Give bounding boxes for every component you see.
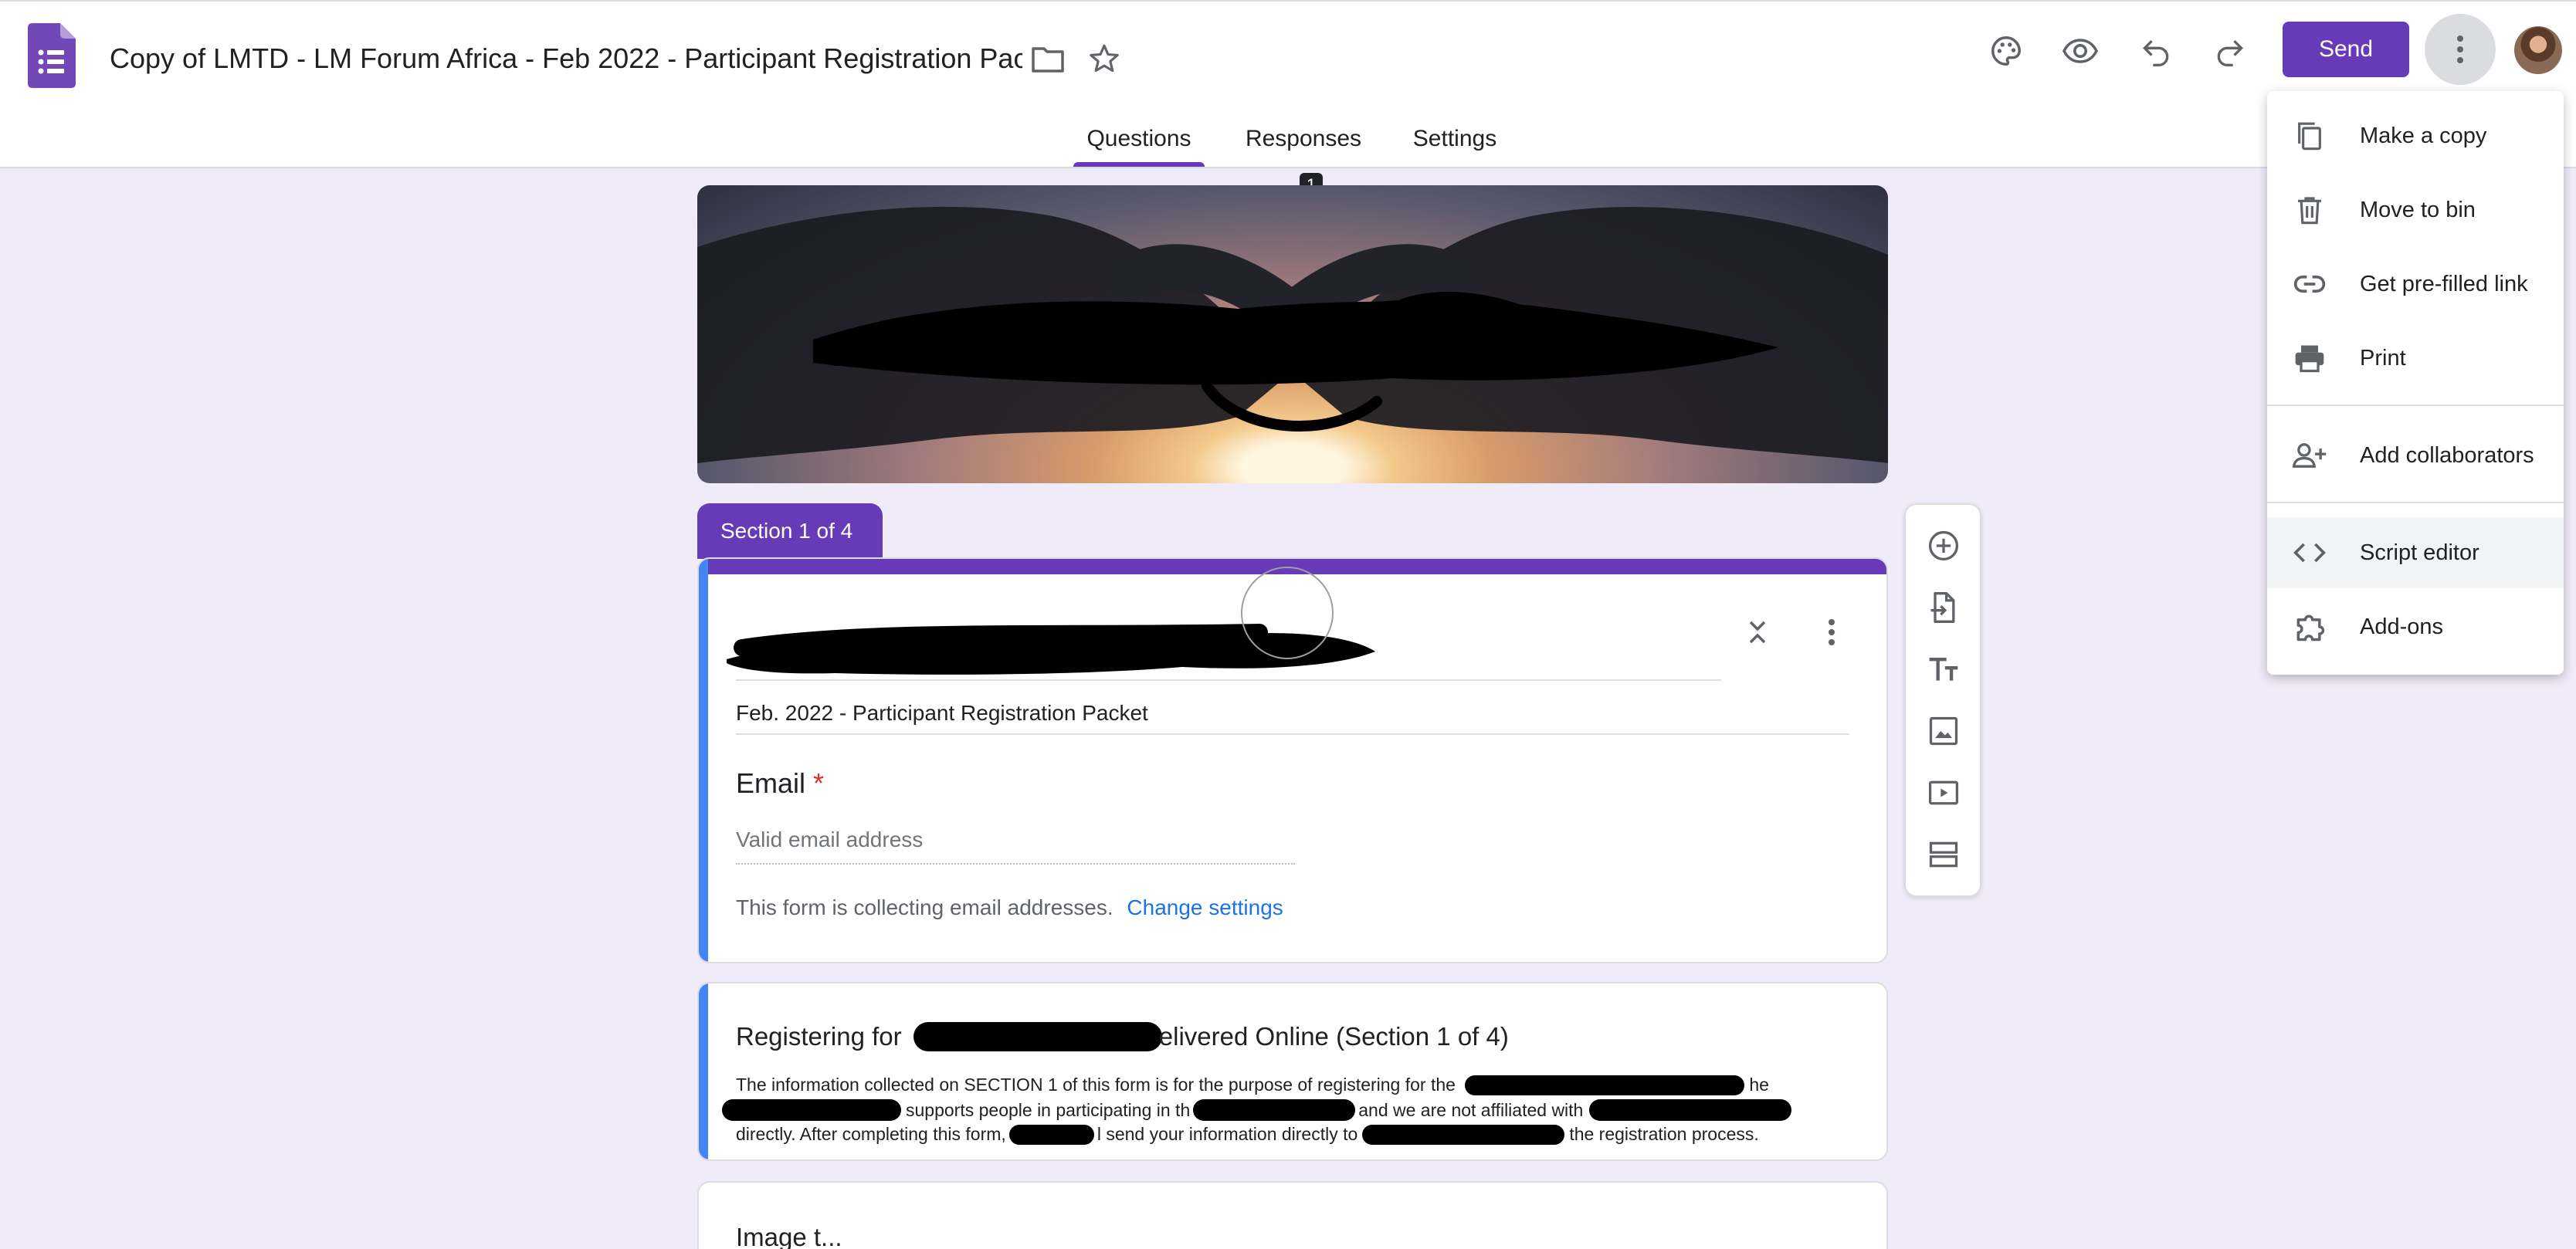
copy-icon bbox=[2290, 117, 2329, 155]
user-avatar[interactable] bbox=[2514, 26, 2562, 74]
menu-item-label: Add collaborators bbox=[2360, 442, 2534, 468]
redacted-text bbox=[1008, 1125, 1094, 1145]
menu-item-label: Print bbox=[2360, 345, 2406, 371]
undo-icon[interactable] bbox=[2134, 29, 2178, 73]
form-tabs: Questions Responses1 Settings bbox=[0, 116, 2576, 199]
redo-icon[interactable] bbox=[2208, 29, 2252, 73]
line1-text: The information collected on SECTION 1 o… bbox=[736, 1075, 1456, 1095]
header-banner-image bbox=[697, 185, 1888, 483]
section-description-card[interactable]: Registering for elivered Online (Section… bbox=[697, 982, 1888, 1161]
redacted-text bbox=[722, 1099, 901, 1121]
menu-item-label: Move to bin bbox=[2360, 197, 2476, 222]
next-question-title: Image t... bbox=[736, 1223, 842, 1249]
menu-item-label: Get pre-filled link bbox=[2360, 271, 2528, 296]
section-card-title: Registering for elivered Online (Section… bbox=[736, 1022, 1509, 1051]
add-question-icon[interactable] bbox=[1920, 522, 1968, 570]
preview-eye-icon[interactable] bbox=[2059, 29, 2102, 73]
menu-item-script-editor[interactable]: Script editor bbox=[2267, 517, 2564, 588]
line1-end: he bbox=[1749, 1075, 1769, 1095]
title-underline bbox=[736, 679, 1721, 681]
more-options-menu: Make a copy Move to bin Get pre-filled l… bbox=[2267, 91, 2564, 675]
line3-mid: l send your information directly to bbox=[1096, 1124, 1358, 1144]
add-video-icon[interactable] bbox=[1920, 769, 1968, 817]
required-asterisk: * bbox=[813, 767, 825, 799]
menu-item-add-ons[interactable]: Add-ons bbox=[2267, 591, 2564, 662]
redacted-event-name bbox=[913, 1022, 1162, 1051]
section-more-icon[interactable] bbox=[1812, 613, 1851, 652]
cursor-highlight-circle bbox=[1241, 567, 1334, 659]
more-vert-icon bbox=[2457, 36, 2463, 63]
form-description[interactable]: Feb. 2022 - Participant Registration Pac… bbox=[736, 701, 1148, 726]
email-notice-text: This form is collecting email addresses. bbox=[736, 895, 1113, 919]
redacted-text bbox=[1465, 1075, 1745, 1095]
section-title-end: elivered Online (Section 1 of 4) bbox=[1158, 1022, 1509, 1051]
tab-responses[interactable]: Responses1 bbox=[1226, 116, 1381, 199]
menu-item-add-collaborators[interactable]: Add collaborators bbox=[2267, 420, 2564, 491]
tab-questions-label: Questions bbox=[1086, 126, 1191, 151]
print-icon bbox=[2290, 339, 2329, 377]
top-bar: Copy of LMTD - LM Forum Africa - Feb 202… bbox=[0, 0, 2576, 199]
star-icon[interactable] bbox=[1084, 39, 1124, 79]
tab-settings-label: Settings bbox=[1412, 126, 1497, 151]
google-forms-logo[interactable] bbox=[28, 23, 76, 88]
question-toolbar bbox=[1904, 503, 1981, 897]
section-body-line-1: The information collected on SECTION 1 o… bbox=[736, 1075, 1769, 1095]
section-title-start: Registering for bbox=[736, 1022, 902, 1051]
add-title-description-icon[interactable] bbox=[1920, 645, 1968, 693]
redacted-text bbox=[1589, 1099, 1792, 1121]
palette-icon[interactable] bbox=[1985, 29, 2028, 73]
puzzle-icon bbox=[2290, 608, 2329, 646]
menu-divider bbox=[2267, 404, 2564, 406]
add-image-icon[interactable] bbox=[1920, 707, 1968, 755]
active-card-indicator bbox=[699, 559, 708, 962]
menu-item-label: Make a copy bbox=[2360, 123, 2487, 148]
menu-divider bbox=[2267, 502, 2564, 503]
menu-item-get-pre-filled-link[interactable]: Get pre-filled link bbox=[2267, 249, 2564, 320]
section-indicator-tab: Section 1 of 4 bbox=[697, 503, 883, 559]
change-settings-link[interactable]: Change settings bbox=[1127, 895, 1283, 919]
more-options-button[interactable] bbox=[2425, 14, 2496, 85]
import-questions-icon[interactable] bbox=[1920, 584, 1968, 631]
tab-settings[interactable]: Settings bbox=[1412, 116, 1498, 167]
document-title[interactable]: Copy of LMTD - LM Forum Africa - Feb 202… bbox=[110, 40, 1022, 77]
redacted-text bbox=[1362, 1125, 1565, 1145]
description-underline bbox=[736, 733, 1849, 735]
line2-text: supports people in participating in th bbox=[906, 1100, 1191, 1120]
menu-item-label: Add-ons bbox=[2360, 614, 2444, 639]
add-section-icon[interactable] bbox=[1920, 831, 1968, 878]
code-icon bbox=[2290, 533, 2329, 572]
tab-responses-label: Responses bbox=[1245, 126, 1362, 151]
top-hairline bbox=[0, 0, 2576, 2]
menu-item-print[interactable]: Print bbox=[2267, 323, 2564, 394]
form-title-card[interactable]: Feb. 2022 - Participant Registration Pac… bbox=[697, 557, 1888, 963]
send-button[interactable]: Send bbox=[2283, 22, 2409, 77]
email-input: Valid email address bbox=[736, 828, 1295, 865]
email-collection-notice: This form is collecting email addresses.… bbox=[736, 895, 1283, 920]
menu-item-label: Script editor bbox=[2360, 540, 2479, 565]
email-question-title: Email * bbox=[736, 767, 824, 800]
menu-item-make-a-copy[interactable]: Make a copy bbox=[2267, 100, 2564, 171]
section-body-line-2: supports people in participating in th an… bbox=[722, 1099, 1792, 1121]
collapse-section-icon[interactable] bbox=[1738, 613, 1777, 652]
email-question-label: Email bbox=[736, 767, 806, 799]
next-question-card[interactable]: Image t... bbox=[697, 1181, 1888, 1249]
menu-item-move-to-bin[interactable]: Move to bin bbox=[2267, 174, 2564, 245]
line3-start: directly. After completing this form, bbox=[736, 1124, 1006, 1144]
redacted-text bbox=[1193, 1099, 1356, 1121]
card-left-indicator bbox=[699, 983, 708, 1159]
line3-end: the registration process. bbox=[1569, 1124, 1759, 1144]
add-person-icon bbox=[2290, 436, 2329, 475]
folder-icon[interactable] bbox=[1029, 40, 1067, 79]
section-body-line-3: directly. After completing this form, l s… bbox=[736, 1124, 1759, 1145]
tab-questions[interactable]: Questions bbox=[1073, 116, 1205, 167]
line2-mid: and we are not affiliated with bbox=[1358, 1100, 1584, 1120]
link-icon bbox=[2290, 265, 2329, 303]
trash-icon bbox=[2290, 191, 2329, 229]
